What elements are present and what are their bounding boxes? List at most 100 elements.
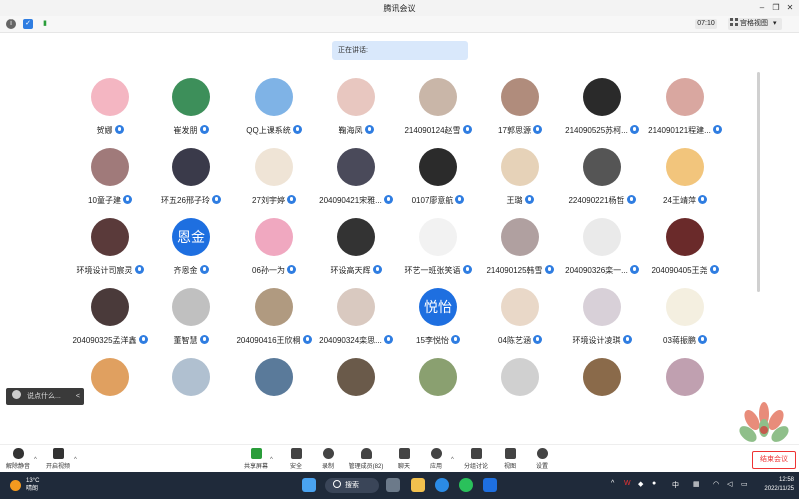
- input-method-indicator[interactable]: 中: [672, 480, 679, 490]
- participant-tile[interactable]: 214090124赵雪: [398, 70, 478, 142]
- avatar: [91, 148, 129, 186]
- participant-tile[interactable]: [645, 350, 725, 422]
- participant-name: 环五26邢子玲: [161, 196, 210, 205]
- participant-name-row: 24王靖萍: [635, 195, 735, 206]
- chat-input[interactable]: 说点什么... <: [6, 388, 84, 405]
- wechat-icon[interactable]: [459, 478, 473, 492]
- participant-tile[interactable]: 环境设计凌琪: [562, 280, 642, 352]
- participant-tile[interactable]: 悦怡 15李悦怡: [398, 280, 478, 352]
- participant-tile[interactable]: 董智慧: [151, 280, 231, 352]
- participant-tile[interactable]: 鞠海凤: [316, 70, 396, 142]
- participant-tile[interactable]: 204090326栾一...: [562, 210, 642, 282]
- start-menu-icon[interactable]: [302, 478, 316, 492]
- participant-tile[interactable]: 06孙一为: [234, 210, 314, 282]
- task-view-icon[interactable]: [386, 478, 400, 492]
- participant-tile[interactable]: 0107廖意航: [398, 140, 478, 212]
- weather-widget[interactable]: 13°C 晴朗: [26, 477, 39, 493]
- file-explorer-icon[interactable]: [411, 478, 425, 492]
- edge-browser-icon[interactable]: [435, 478, 449, 492]
- start-video-button[interactable]: 开启视频: [44, 448, 72, 470]
- avatar: [337, 288, 375, 326]
- participant-tile[interactable]: 24王靖萍: [645, 140, 725, 212]
- participant-tile[interactable]: [316, 350, 396, 422]
- security-button[interactable]: 安全: [282, 448, 310, 470]
- participant-tile[interactable]: 214090525苏柯...: [562, 70, 642, 142]
- emoji-icon[interactable]: [12, 390, 21, 399]
- tray-overflow-icon[interactable]: ^: [611, 480, 614, 487]
- participant-tile[interactable]: 204090324栾思...: [316, 280, 396, 352]
- volume-icon[interactable]: ◁: [727, 480, 732, 488]
- taskbar-search[interactable]: 搜索: [325, 478, 379, 493]
- settings-button[interactable]: 设置: [528, 448, 556, 470]
- system-clock[interactable]: 12:58 2022/11/25: [754, 476, 794, 494]
- camera-off-icon: [52, 448, 64, 459]
- participant-tile[interactable]: 10童子建: [70, 140, 150, 212]
- unmute-button[interactable]: 解除静音: [4, 448, 32, 470]
- participant-name-row: 204090405王尧: [635, 265, 735, 276]
- participant-tile[interactable]: 224090221杨哲: [562, 140, 642, 212]
- participant-name: 环境设计司宸灵: [76, 266, 133, 275]
- battery-icon[interactable]: ▭: [741, 480, 748, 488]
- scrollbar[interactable]: [757, 72, 760, 292]
- share-options-caret[interactable]: ^: [270, 457, 273, 463]
- tencent-meeting-icon[interactable]: [483, 478, 497, 492]
- chat-button[interactable]: 聊天: [390, 448, 418, 470]
- participant-tile[interactable]: 04陈艺涵: [480, 280, 560, 352]
- grid-tray-icon[interactable]: ▦: [693, 480, 700, 488]
- participant-tile[interactable]: 17郭思源: [480, 70, 560, 142]
- participant-tile[interactable]: 环艺一班张笑语: [398, 210, 478, 282]
- mic-options-caret[interactable]: ^: [34, 457, 37, 463]
- weather-condition: 晴朗: [26, 486, 39, 492]
- participant-tile[interactable]: 王璐: [480, 140, 560, 212]
- view-button[interactable]: 视图: [496, 448, 524, 470]
- security-label: 安全: [289, 464, 302, 470]
- participant-tile[interactable]: 03蒋振鹏: [645, 280, 725, 352]
- participant-tile[interactable]: 204090325孟洋鑫: [70, 280, 150, 352]
- participant-tile[interactable]: [562, 350, 642, 422]
- participant-tile[interactable]: [70, 350, 150, 422]
- participant-tile[interactable]: 环五26邢子玲: [151, 140, 231, 212]
- participant-tile[interactable]: 204090421宋雅...: [316, 140, 396, 212]
- share-screen-button[interactable]: 共享屏幕: [242, 448, 270, 470]
- breakout-button[interactable]: 分组讨论: [462, 448, 490, 470]
- color-tray-icon[interactable]: ●: [652, 480, 656, 487]
- apps-options-caret[interactable]: ^: [451, 457, 454, 463]
- view-icon: [504, 448, 516, 459]
- close-button[interactable]: ✕: [783, 2, 797, 14]
- maximize-button[interactable]: ❐: [769, 2, 783, 14]
- participant-tile[interactable]: 214090125韩雪: [480, 210, 560, 282]
- grid-view-button[interactable]: 宫格视图 ▾: [728, 18, 782, 30]
- video-options-caret[interactable]: ^: [74, 457, 77, 463]
- participant-name: 204090416王欣桐: [236, 336, 301, 345]
- end-meeting-button[interactable]: 结束会议: [752, 451, 796, 469]
- wifi-icon[interactable]: ◠: [713, 480, 719, 488]
- shield-icon[interactable]: ✓: [23, 19, 33, 29]
- participant-tile[interactable]: 崔发朋: [151, 70, 231, 142]
- participant-tile[interactable]: [480, 350, 560, 422]
- participant-tile[interactable]: QQ上课系统: [234, 70, 314, 142]
- participant-tile[interactable]: 贺娜: [70, 70, 150, 142]
- participant-tile[interactable]: 204090416王欣桐: [234, 280, 314, 352]
- participant-tile[interactable]: 214090121程建...: [645, 70, 725, 142]
- participant-tile[interactable]: [234, 350, 314, 422]
- signal-icon[interactable]: ▮: [40, 19, 50, 29]
- apps-button[interactable]: 应用: [422, 448, 450, 470]
- participant-tile[interactable]: 环境设计司宸灵: [70, 210, 150, 282]
- minimize-button[interactable]: –: [755, 2, 769, 14]
- participant-tile[interactable]: 204090405王尧: [645, 210, 725, 282]
- info-icon[interactable]: i: [6, 19, 16, 29]
- collapse-chat-icon[interactable]: <: [76, 388, 80, 405]
- participant-tile[interactable]: 27刘宇婷: [234, 140, 314, 212]
- speaking-indicator: 正在讲话:: [332, 41, 468, 60]
- avatar: [91, 78, 129, 116]
- wps-tray-icon[interactable]: W: [624, 480, 631, 487]
- participant-tile[interactable]: 恩金 齐恩金: [151, 210, 231, 282]
- record-button[interactable]: 录制: [314, 448, 342, 470]
- flag-tray-icon[interactable]: ◆: [638, 480, 643, 488]
- participant-name: 204090421宋雅...: [319, 196, 382, 205]
- participant-tile[interactable]: 环设高天辉: [316, 210, 396, 282]
- participant-tile[interactable]: [151, 350, 231, 422]
- participant-tile[interactable]: [398, 350, 478, 422]
- participant-name: 204090326栾一...: [565, 266, 628, 275]
- manage-members-button[interactable]: 管理成员(82): [346, 448, 386, 470]
